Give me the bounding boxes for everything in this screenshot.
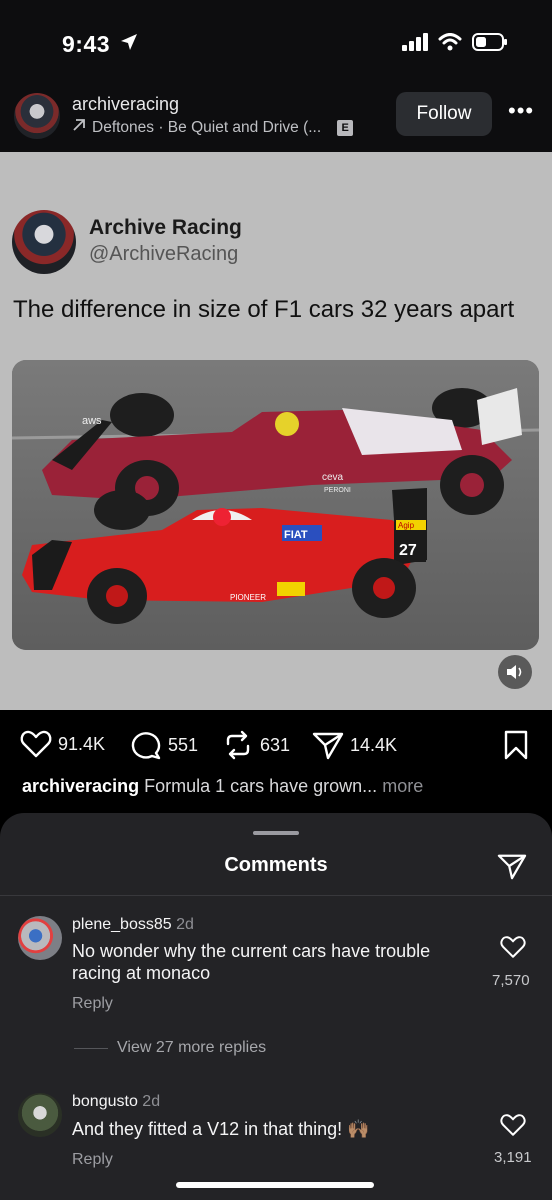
comment-username[interactable]: bongusto 2d [72, 1093, 160, 1111]
comment-like-count: 3,191 [494, 1149, 532, 1166]
tweet-media-image: aws ceva PERONI FIAT 27 Agip PIONEER [12, 360, 539, 650]
follow-button[interactable]: Follow [396, 92, 492, 136]
tweet-avatar [12, 210, 76, 274]
repost-icon [226, 730, 250, 760]
divider [74, 1048, 108, 1049]
like-button[interactable]: 91.4K [20, 730, 105, 758]
caption-text: Formula 1 cars have grown... [144, 776, 378, 796]
wifi-icon [438, 33, 462, 56]
sound-toggle-button[interactable] [498, 655, 532, 689]
post-header: archiveracing Deftones · Be Quiet and Dr… [0, 84, 552, 152]
comment-like-count: 7,570 [492, 972, 530, 989]
comment-icon [131, 732, 161, 760]
comment-like-button[interactable] [500, 935, 526, 964]
reply-button[interactable]: Reply [72, 995, 113, 1013]
more-options-button[interactable]: ••• [508, 98, 534, 124]
comment-text: No wonder why the current cars have trou… [72, 941, 431, 983]
like-count: 91.4K [58, 733, 106, 754]
post-actions: 91.4K 551 631 14.4K [0, 710, 552, 775]
comment-user-label: bongusto [72, 1093, 138, 1110]
divider [0, 895, 552, 896]
save-button[interactable] [503, 730, 529, 765]
status-time: 9:43 [62, 31, 111, 57]
location-arrow-icon [120, 33, 138, 56]
repost-count: 631 [260, 734, 291, 755]
sponsor-aws: aws [82, 415, 102, 427]
comment-time: 2d [142, 1093, 161, 1110]
post-username[interactable]: archiveracing [72, 94, 179, 115]
comment-time: 2d [176, 916, 194, 933]
car-number: 27 [399, 542, 417, 559]
speaker-icon [507, 665, 522, 679]
caption-more-link[interactable]: more [382, 776, 423, 796]
comment-user-label: plene_boss85 [72, 916, 172, 933]
sponsor-agip: Agip [398, 521, 415, 530]
f1-cars-illustration: aws ceva PERONI FIAT 27 Agip PIONEER [12, 360, 539, 650]
sponsor-pioneer: PIONEER [230, 593, 266, 602]
sheet-title: Comments [224, 854, 328, 876]
sponsor-fiat: FIAT [284, 529, 308, 541]
tweet-author-name: Archive Racing [89, 216, 242, 239]
avatar[interactable] [14, 93, 60, 139]
home-indicator[interactable] [176, 1182, 374, 1188]
send-icon [497, 854, 527, 880]
comment-username[interactable]: plene_boss85 2d [72, 916, 194, 934]
send-icon [312, 732, 344, 760]
arrow-up-right-icon [72, 118, 86, 137]
heart-icon [20, 730, 52, 758]
battery-icon [472, 33, 508, 56]
reply-button[interactable]: Reply [72, 1151, 113, 1169]
status-bar: 9:43 [0, 0, 552, 84]
sponsor-ceva: ceva [322, 472, 344, 483]
tweet-text: The difference in size of F1 cars 32 yea… [13, 296, 515, 323]
share-button[interactable]: 14.4K [312, 730, 397, 760]
explicit-badge: E [337, 119, 354, 136]
avatar[interactable] [18, 1093, 62, 1137]
tweet-author-handle: @ArchiveRacing [89, 243, 239, 265]
comments-sheet: Comments plene_boss85 2d No wonder why t… [0, 813, 552, 1200]
share-post-button[interactable] [497, 852, 527, 885]
avatar[interactable] [18, 916, 62, 960]
comment-count: 551 [168, 734, 199, 755]
heart-icon [500, 936, 526, 958]
caption-username: archiveracing [22, 776, 140, 796]
cellular-signal-icon [402, 33, 428, 56]
post-caption[interactable]: archiveracing Formula 1 cars have grown.… [22, 776, 423, 797]
sheet-drag-handle[interactable] [253, 831, 299, 835]
audio-track-label: Deftones · Be Quiet and Drive (... [92, 118, 322, 136]
heart-icon [500, 1114, 526, 1136]
embedded-tweet-card: Archive Racing @ArchiveRacing The differ… [0, 152, 552, 710]
view-more-replies-button[interactable]: View 27 more replies [117, 1039, 266, 1057]
audio-track[interactable]: Deftones · Be Quiet and Drive (... E [72, 118, 354, 137]
bookmark-icon [504, 730, 528, 760]
comment-like-button[interactable] [500, 1113, 526, 1142]
comment-button[interactable]: 551 [130, 730, 198, 760]
repost-button[interactable]: 631 [222, 730, 290, 760]
comment-text: And they fitted a V12 in that thing! 🙌🏽 [72, 1119, 370, 1139]
share-count: 14.4K [350, 734, 398, 755]
sponsor-peroni: PERONI [324, 487, 351, 494]
